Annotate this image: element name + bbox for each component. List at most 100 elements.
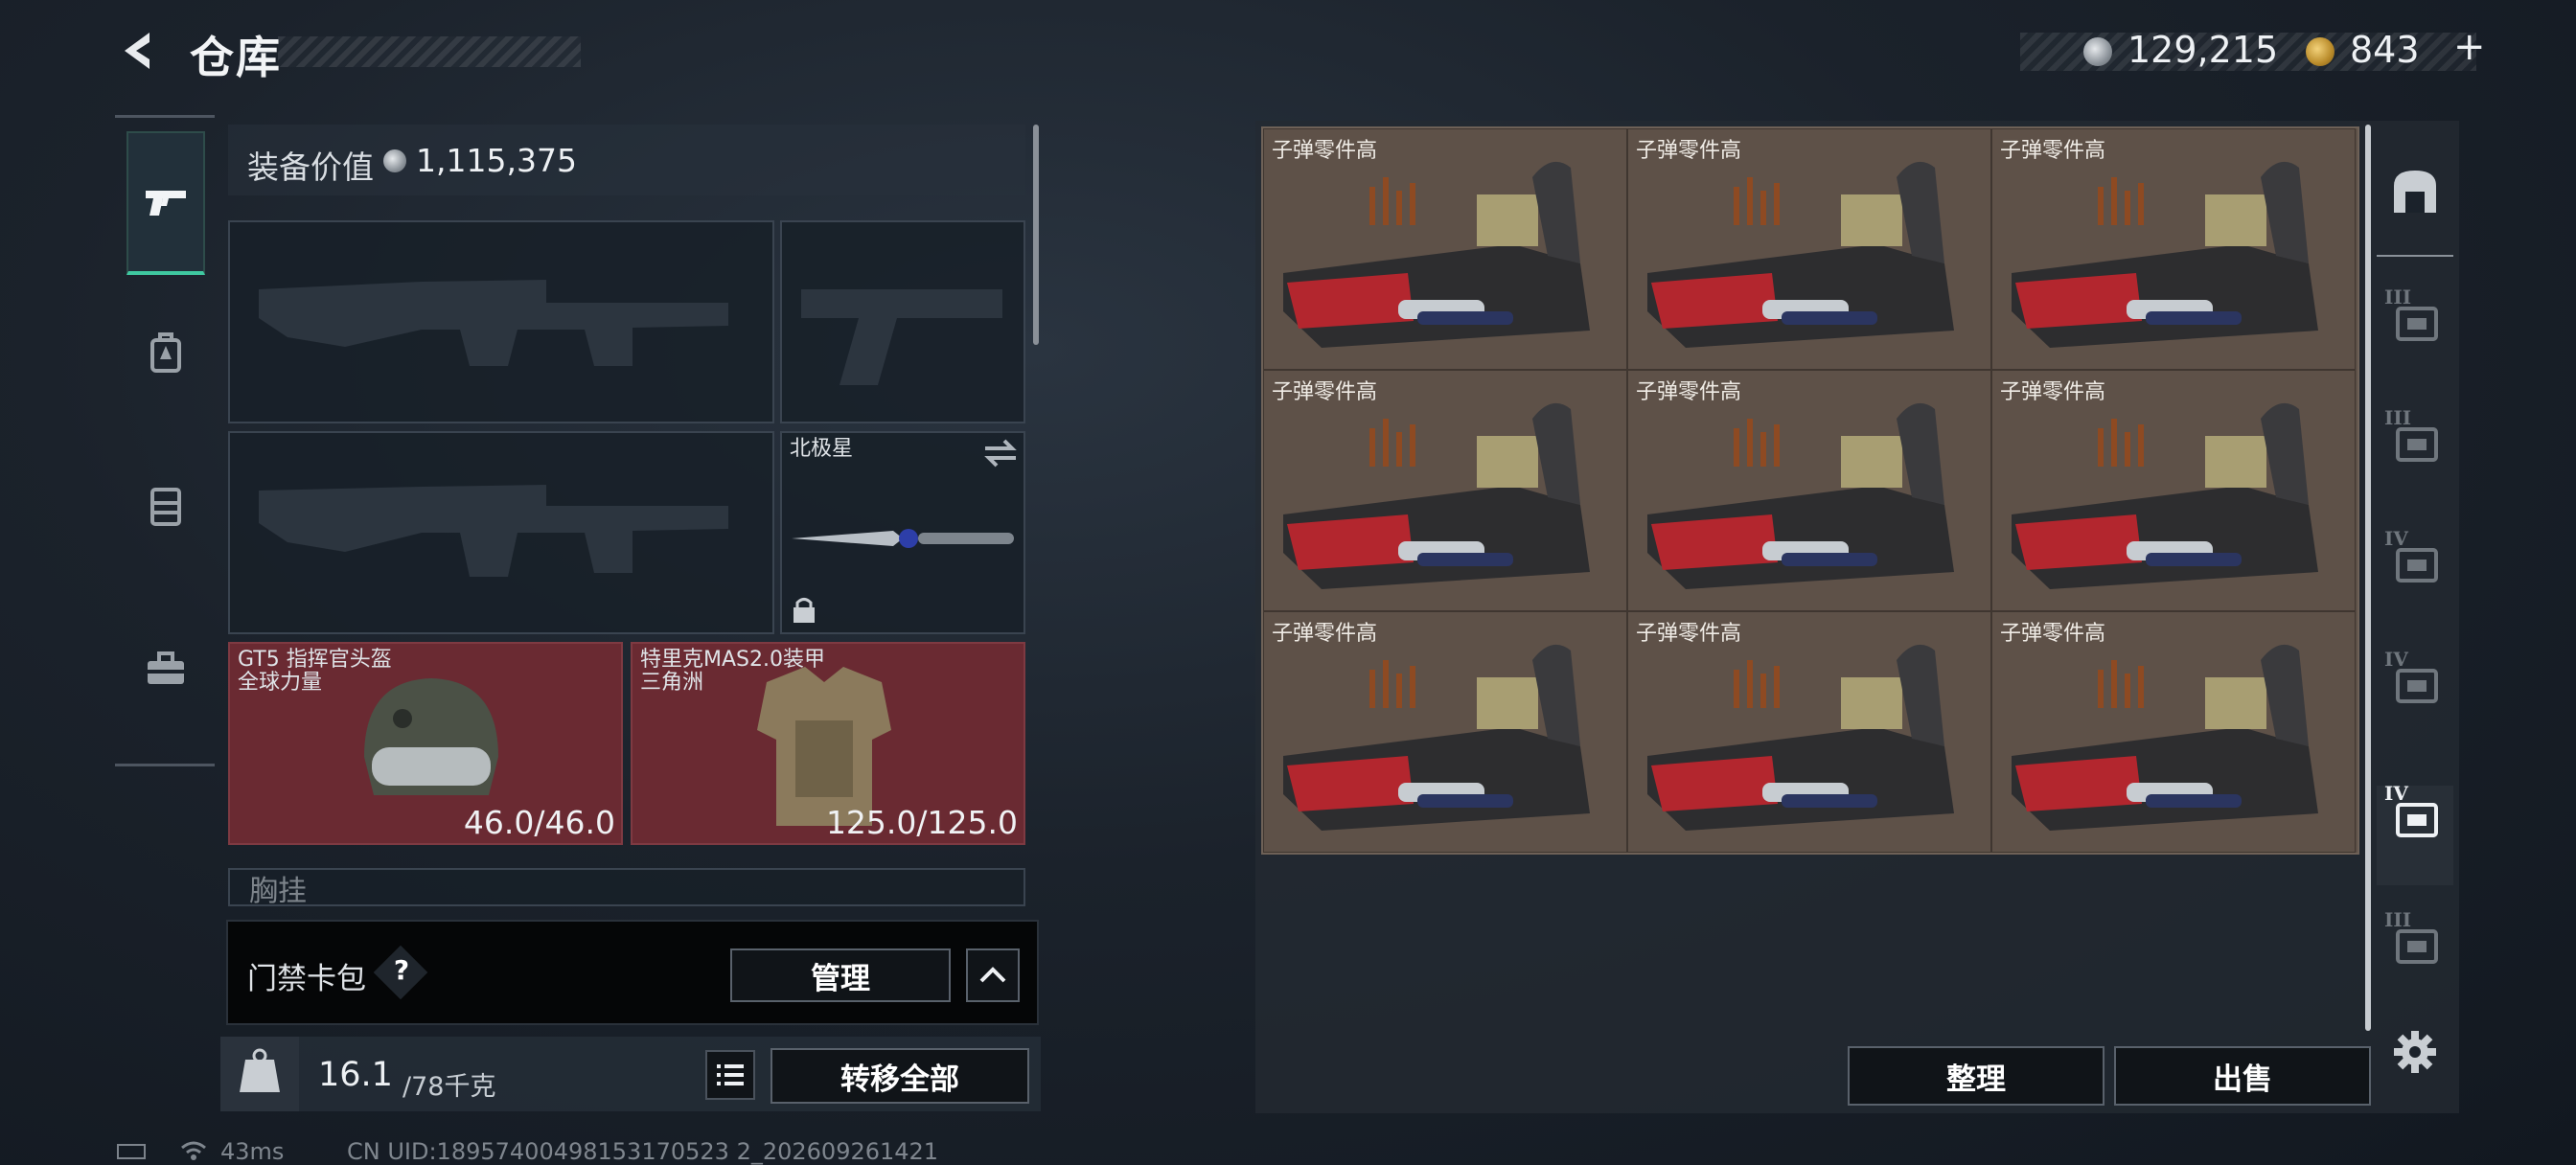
pistol-icon	[146, 191, 186, 216]
lock-icon	[794, 598, 815, 623]
storage-item-label: 子弹零件高	[1272, 622, 1378, 646]
helmet-faction: 全球力量	[238, 671, 323, 695]
silver-currency-value: 129,215	[2128, 29, 2279, 71]
chest-rig-slot[interactable]: 胸挂	[228, 868, 1025, 906]
container-tier: IV	[2384, 527, 2408, 550]
list-icon	[717, 1064, 744, 1085]
help-icon-glyph: ?	[393, 954, 410, 986]
primary-weapon-slot-2[interactable]	[228, 431, 774, 634]
backpack-icon	[150, 332, 181, 373]
container-tab-1[interactable]	[2382, 159, 2448, 224]
ammo-parts-crate-icon	[1647, 644, 1954, 831]
ammo-parts-crate-icon	[1647, 402, 1954, 589]
container-tab-3[interactable]: III	[2382, 406, 2448, 473]
container-tab-6[interactable]: IV	[2382, 782, 2448, 849]
helmet-icon	[364, 678, 498, 795]
rifle-silhouette-icon	[259, 280, 728, 366]
kg-weight-icon	[240, 1048, 280, 1092]
container-tier: III	[2384, 286, 2412, 308]
armor-faction: 三角洲	[640, 671, 704, 695]
chest-rig-icon	[150, 488, 181, 526]
swap-icon[interactable]	[981, 437, 1020, 469]
container-tier: III	[2384, 406, 2412, 429]
rifle-silhouette-icon	[259, 485, 728, 577]
gold-coin-icon	[2306, 37, 2334, 66]
armor-slot[interactable]: 特里克MAS2.0装甲 三角洲 125.0/125.0	[631, 642, 1025, 845]
collapse-button[interactable]	[966, 948, 1020, 1002]
silver-coin-icon	[383, 149, 406, 172]
ammo-parts-crate-icon	[1647, 161, 1954, 348]
armor-durability: 125.0/125.0	[825, 804, 1018, 841]
storage-item-label: 子弹零件高	[1636, 380, 1742, 404]
back-arrow-icon	[125, 33, 150, 69]
silver-coin-icon	[2083, 37, 2112, 66]
keycard-bag-label: 门禁卡包	[247, 962, 366, 996]
wifi-icon	[181, 1141, 206, 1160]
safe-box-icon	[2394, 171, 2436, 213]
weight-current: 16.1	[318, 1056, 393, 1094]
gold-currency-value: 843	[2350, 29, 2420, 71]
storage-item[interactable]: 子弹零件高	[1627, 128, 1991, 370]
add-currency-button[interactable]: +	[2453, 25, 2486, 69]
storage-item[interactable]: 子弹零件高	[1627, 611, 1991, 853]
storage-item[interactable]: 子弹零件高	[1263, 370, 1627, 611]
helmet-slot[interactable]: GT5 指挥官头盔 全球力量 46.0/46.0	[228, 642, 623, 845]
storage-item-label: 子弹零件高	[2000, 139, 2106, 163]
storage-scrollbar[interactable]	[2365, 125, 2371, 1031]
list-view-button[interactable]	[705, 1050, 755, 1100]
container-tier: IV	[2384, 648, 2408, 671]
page-title: 仓库	[190, 32, 282, 83]
melee-name: 北极星	[790, 437, 854, 461]
storage-item[interactable]: 子弹零件高	[1627, 370, 1991, 611]
equipment-value: 1,115,375	[416, 142, 577, 179]
storage-item[interactable]: 子弹零件高	[1991, 370, 2356, 611]
sort-button[interactable]: 整理	[1848, 1046, 2104, 1106]
weight-icon-box	[220, 1037, 299, 1111]
chest-rig-label: 胸挂	[249, 875, 307, 906]
ammo-parts-crate-icon	[2012, 644, 2318, 831]
ammo-parts-crate-icon	[2012, 161, 2318, 348]
rail-divider	[2377, 255, 2453, 257]
melee-slot[interactable]: 北极星	[780, 431, 1025, 634]
gear-icon	[2394, 1031, 2436, 1073]
container-tier: III	[2384, 908, 2412, 931]
storage-item[interactable]: 子弹零件高	[1991, 611, 2356, 853]
title-decoration	[278, 36, 581, 67]
settings-button[interactable]	[2382, 1019, 2448, 1085]
pistol-slot[interactable]	[780, 220, 1025, 423]
user-id: CN UID:18957400498153170523 2_2026092614…	[347, 1138, 939, 1165]
manage-button[interactable]: 管理	[730, 948, 951, 1002]
knife-icon	[792, 529, 1014, 548]
primary-weapon-slot-1[interactable]	[228, 220, 774, 423]
container-tab-7[interactable]: III	[2382, 908, 2448, 975]
loadout-scrollbar[interactable]	[1033, 125, 1039, 345]
storage-item-label: 子弹零件高	[1636, 139, 1742, 163]
storage-item-label: 子弹零件高	[1272, 139, 1378, 163]
back-button[interactable]	[115, 27, 163, 75]
storage-item-label: 子弹零件高	[2000, 622, 2106, 646]
rail-tab-backpack[interactable]	[126, 281, 205, 424]
storage-item[interactable]: 子弹零件高	[1263, 128, 1627, 370]
container-tier: IV	[2384, 782, 2408, 805]
toolbox-icon	[148, 651, 184, 684]
battery-icon	[117, 1144, 146, 1159]
rail-tab-toolbox[interactable]	[126, 597, 205, 741]
container-tab-2[interactable]: III	[2382, 286, 2448, 353]
weight-max: /78千克	[402, 1072, 496, 1102]
rail-tab-chest-rig[interactable]	[126, 434, 205, 578]
storage-item[interactable]: 子弹零件高	[1991, 128, 2356, 370]
category-rail	[115, 115, 215, 766]
storage-item-label: 子弹零件高	[1272, 380, 1378, 404]
chevron-up-icon	[979, 967, 1006, 983]
rail-tab-weapons[interactable]	[126, 131, 205, 275]
equipment-value-label: 装备价值	[247, 148, 374, 186]
container-tab-4[interactable]: IV	[2382, 527, 2448, 594]
ammo-parts-crate-icon	[1283, 161, 1590, 348]
storage-item[interactable]: 子弹零件高	[1263, 611, 1627, 853]
ammo-parts-crate-icon	[1283, 402, 1590, 589]
transfer-all-button[interactable]: 转移全部	[770, 1048, 1029, 1104]
storage-item-label: 子弹零件高	[2000, 380, 2106, 404]
ammo-parts-crate-icon	[1283, 644, 1590, 831]
container-tab-5[interactable]: IV	[2382, 648, 2448, 715]
sell-button[interactable]: 出售	[2114, 1046, 2371, 1106]
